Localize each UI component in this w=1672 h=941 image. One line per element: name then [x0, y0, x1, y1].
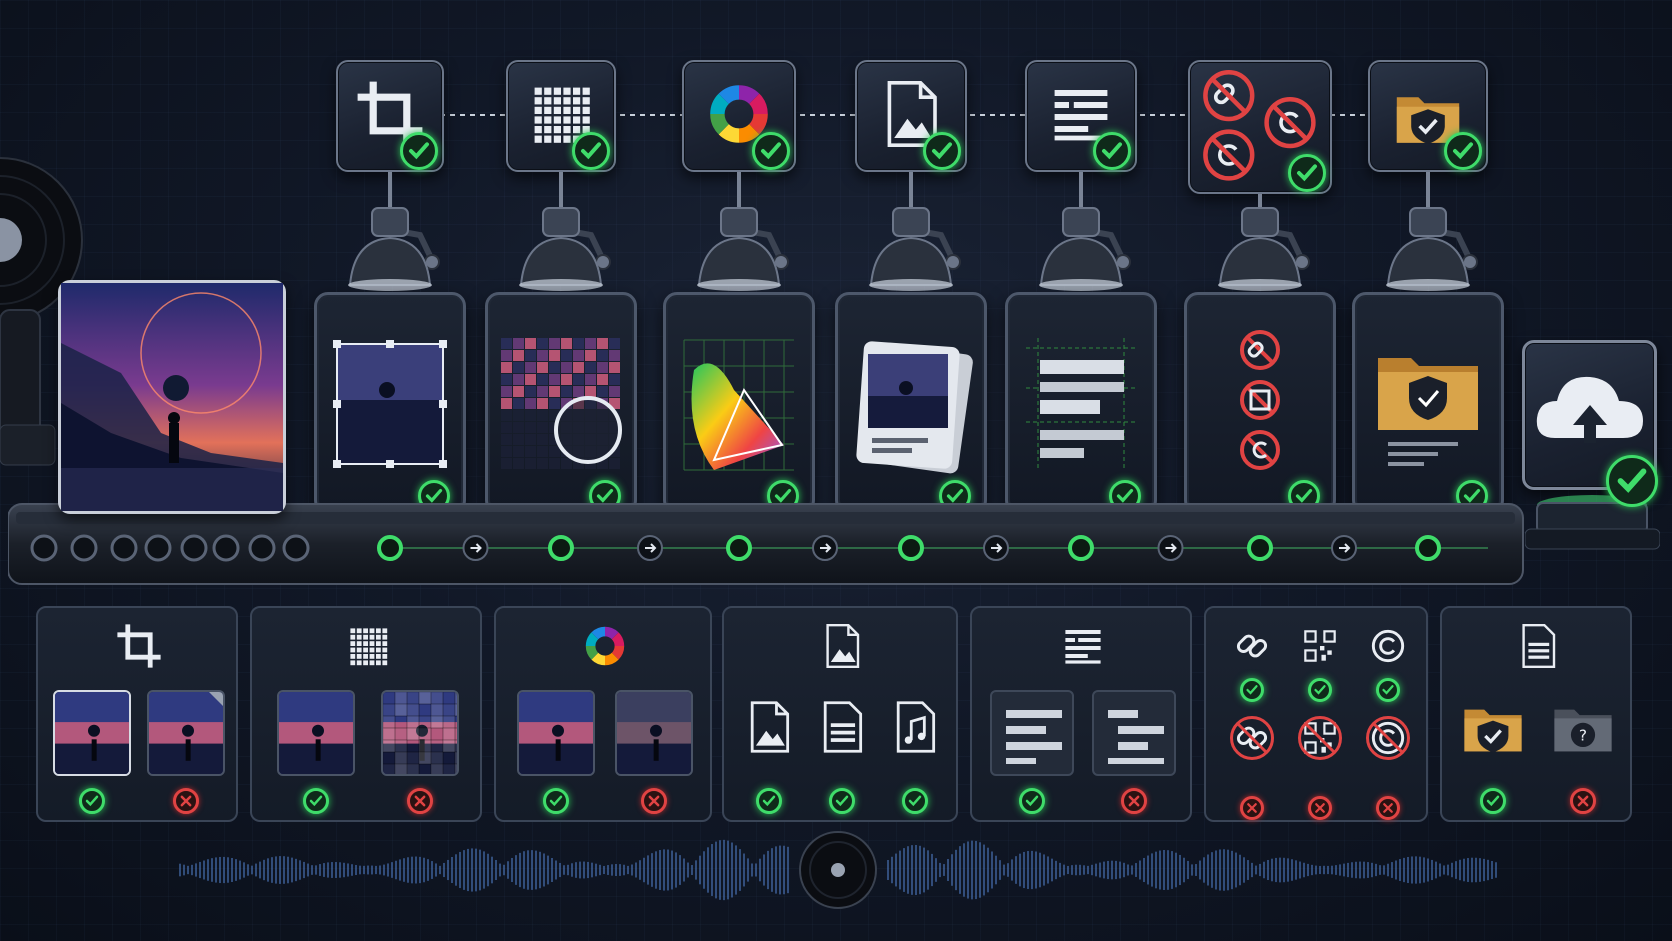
- check-badge-icon: [1308, 678, 1332, 702]
- belt-roller: [212, 534, 240, 562]
- belt-node-pass: [1068, 535, 1094, 561]
- example-panel-resolution: [250, 606, 482, 822]
- cross-badge-icon: [1121, 788, 1147, 814]
- belt-arrow-icon: [462, 535, 489, 561]
- example-cropped-artwork: [53, 690, 132, 776]
- belt-node-pass: [548, 535, 574, 561]
- belt-node-pass: [898, 535, 924, 561]
- check-badge-icon: [1376, 678, 1400, 702]
- stage-check-file-type: [923, 132, 961, 170]
- belt-node-pass: [1247, 535, 1273, 561]
- example-uncropped-artwork: [146, 690, 225, 776]
- belt-arrow-icon: [637, 535, 663, 561]
- belt-node-pass: [377, 535, 403, 561]
- example-dull-artwork: [615, 690, 694, 776]
- check-badge-icon: [79, 788, 106, 814]
- audio-waveform: [179, 831, 1497, 909]
- example-misaligned-text: [1092, 690, 1176, 776]
- chamber-content-crop: [333, 340, 447, 468]
- chamber-content-no-links-qr-copyright: [1240, 330, 1280, 470]
- stage-check-secure-folder: [1444, 132, 1482, 170]
- chamber-content-pixel-grid: [501, 338, 622, 469]
- cross-badge-icon: [1376, 796, 1400, 820]
- belt-roller: [30, 534, 58, 562]
- cross-badge-icon: [1308, 796, 1332, 820]
- belt-node-pass: [1415, 535, 1441, 561]
- check-badge-icon: [756, 788, 782, 814]
- copyright-icon: [1366, 624, 1410, 668]
- example-panel-color: [494, 606, 712, 822]
- example-music-file-icon: [887, 694, 943, 760]
- stage-check-text-layout: [1093, 132, 1131, 170]
- inspection-lamp-file-type: [869, 172, 961, 291]
- belt-roller: [282, 534, 310, 562]
- stage-check-crop: [400, 132, 438, 170]
- chamber-content-secure-folder: [1378, 358, 1478, 466]
- example-panel-crop: [36, 606, 238, 822]
- cross-badge-icon: [641, 788, 668, 814]
- belt-roller: [70, 534, 98, 562]
- panel-header-document-file-icon: [1514, 622, 1562, 674]
- stage-check-no-links-qr-copyright: [1288, 154, 1326, 192]
- example-shield-folder-icon: [1455, 692, 1531, 758]
- belt-arrow-icon: [1331, 535, 1357, 561]
- example-full-color-artwork: [516, 690, 595, 776]
- check-badge-icon: [829, 788, 855, 814]
- belt-node-pass: [726, 535, 752, 561]
- panel-header-crop-icon: [115, 622, 163, 674]
- stage-check-color: [752, 132, 790, 170]
- cross-badge-icon: [1569, 788, 1596, 814]
- example-panel-folder: ?: [1440, 606, 1632, 822]
- chamber-content-text-layout: [1026, 338, 1136, 470]
- qr-icon-prohibited: [1298, 716, 1342, 760]
- stage-check-pixel-grid: [572, 132, 610, 170]
- inspection-lamp-text-layout: [1039, 172, 1131, 291]
- cross-badge-icon: [406, 788, 433, 814]
- example-pixelated-artwork: [380, 690, 459, 776]
- example-panel-marks: [1204, 606, 1428, 822]
- panel-header-color-wheel-icon: [581, 622, 629, 674]
- upload-check-icon: [1606, 455, 1658, 507]
- example-left-aligned-text: [990, 690, 1074, 776]
- qr-icon: [1298, 624, 1342, 668]
- inspection-lamp-crop: [348, 172, 440, 291]
- example-document-file-icon: [814, 694, 870, 760]
- belt-arrow-icon: [812, 535, 838, 561]
- link-icon: [1230, 624, 1274, 668]
- belt-roller: [110, 534, 138, 562]
- svg-text:?: ?: [1579, 726, 1587, 744]
- inspection-lamp-secure-folder: [1386, 172, 1478, 291]
- example-image-file-icon: [741, 694, 797, 760]
- example-unknown-folder-icon: ?: [1545, 692, 1621, 758]
- chamber-content-file-type: [856, 341, 973, 474]
- panel-header-image-file-icon: [818, 622, 866, 674]
- artwork-image: [61, 283, 283, 511]
- chamber-content-color: [683, 339, 794, 471]
- check-badge-icon: [1240, 678, 1264, 702]
- pipeline-diagram: ?: [0, 0, 1672, 941]
- panel-header-grid-icon: [344, 622, 392, 674]
- source-artwork: [58, 280, 286, 514]
- inspection-lamp-color: [697, 172, 789, 291]
- example-panel-format: [722, 606, 958, 822]
- example-panel-text: [970, 606, 1192, 822]
- check-badge-icon: [542, 788, 569, 814]
- check-badge-icon: [902, 788, 928, 814]
- panel-header-text-lines-icon: [1059, 622, 1107, 674]
- check-badge-icon: [1480, 788, 1507, 814]
- belt-roller: [144, 534, 172, 562]
- check-badge-icon: [303, 788, 330, 814]
- belt-arrow-icon: [983, 535, 1009, 561]
- cross-badge-icon: [172, 788, 199, 814]
- check-badge-icon: [1019, 788, 1045, 814]
- cross-badge-icon: [1240, 796, 1264, 820]
- link-icon-prohibited: [1230, 716, 1274, 760]
- copyright-icon-prohibited: [1366, 716, 1410, 760]
- example-sharp-artwork: [277, 690, 356, 776]
- belt-roller: [180, 534, 208, 562]
- inspection-lamp-pixel-grid: [519, 172, 611, 291]
- belt-roller: [248, 534, 276, 562]
- belt-arrow-icon: [1157, 535, 1184, 561]
